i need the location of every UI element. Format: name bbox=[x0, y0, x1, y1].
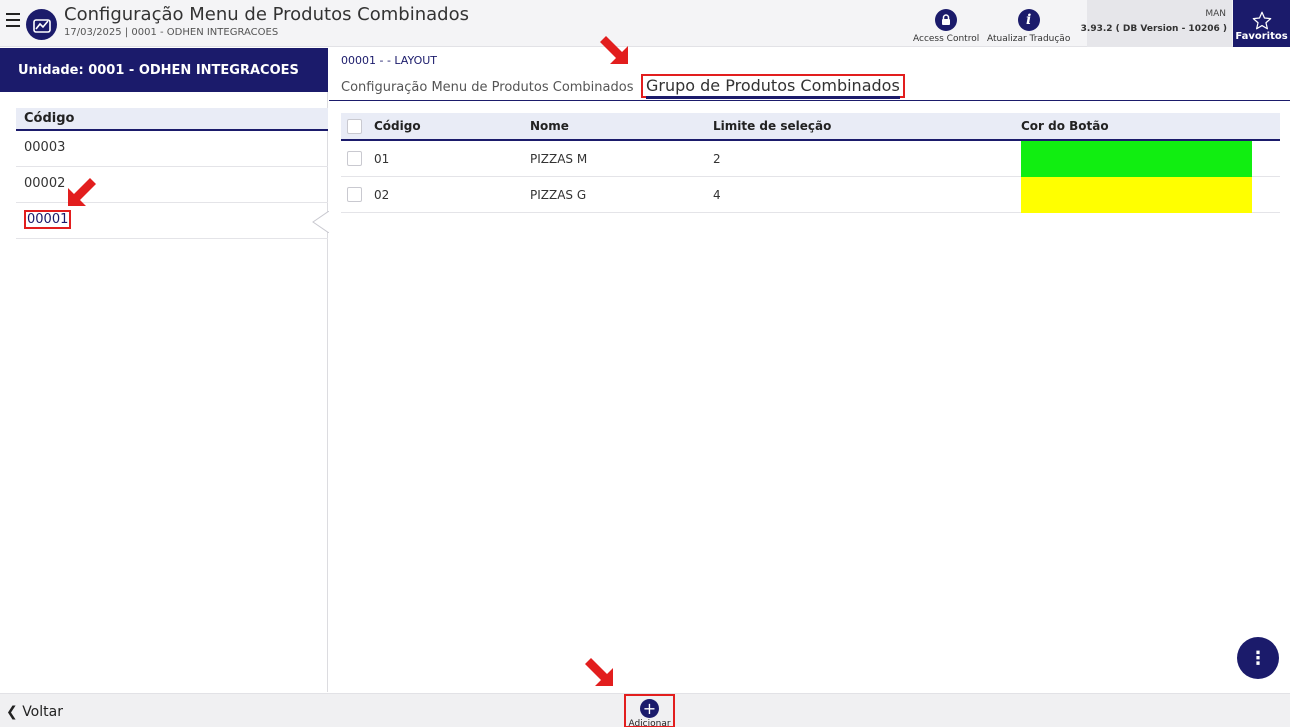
access-control-label: Access Control bbox=[913, 34, 980, 44]
update-translation-label: Atualizar Tradução bbox=[987, 34, 1071, 44]
access-control-button[interactable]: Access Control bbox=[913, 9, 979, 44]
menu-icon[interactable] bbox=[6, 13, 20, 29]
version-text: 3.93.2 ( DB Version - 10206 ) bbox=[1080, 24, 1227, 34]
list-item-code: 00003 bbox=[24, 140, 66, 155]
list-item-selected[interactable]: 00001 bbox=[16, 203, 329, 239]
more-vertical-icon: ⋮ bbox=[1249, 647, 1267, 669]
table-header: Código Nome Limite de seleção Cor do Bot… bbox=[341, 113, 1280, 141]
color-swatch bbox=[1021, 177, 1252, 213]
app-logo-icon bbox=[26, 9, 57, 40]
tab-grupo-produtos-label: Grupo de Produtos Combinados bbox=[646, 76, 900, 95]
column-header-limite[interactable]: Limite de seleção bbox=[713, 119, 831, 133]
footer-bar: ❮ Voltar + Adicionar bbox=[0, 693, 1290, 727]
list-item-code: 00001 bbox=[24, 210, 72, 229]
groups-table: Código Nome Limite de seleção Cor do Bot… bbox=[341, 113, 1280, 213]
cell-codigo: 01 bbox=[374, 152, 390, 166]
version-info: MAN 3.93.2 ( DB Version - 10206 ) bbox=[1081, 0, 1232, 47]
unit-selector[interactable]: Unidade: 0001 - ODHEN INTEGRACOES bbox=[0, 48, 328, 92]
cell-limite: 4 bbox=[713, 188, 721, 202]
back-button[interactable]: ❮ Voltar bbox=[6, 704, 63, 720]
page-subtitle: 17/03/2025 | 0001 - ODHEN INTEGRACOES bbox=[64, 27, 279, 38]
back-label: Voltar bbox=[22, 704, 63, 720]
select-all-checkbox[interactable] bbox=[347, 119, 362, 134]
page-title: Configuração Menu de Produtos Combinados bbox=[64, 4, 469, 25]
column-header-nome[interactable]: Nome bbox=[530, 119, 569, 133]
user-name: MAN bbox=[1205, 9, 1226, 19]
cell-nome: PIZZAS M bbox=[530, 152, 588, 166]
list-item[interactable]: 00002 bbox=[16, 167, 328, 203]
add-button[interactable]: + Adicionar bbox=[624, 694, 675, 727]
active-tab-indicator bbox=[646, 96, 900, 99]
annotation-arrow-icon bbox=[600, 36, 628, 64]
tab-configuracao-menu[interactable]: Configuração Menu de Produtos Combinados bbox=[341, 80, 633, 95]
star-icon bbox=[1252, 11, 1271, 30]
add-label: Adicionar bbox=[628, 719, 671, 727]
list-item[interactable]: 00003 bbox=[16, 131, 328, 167]
favorites-label: Favoritos bbox=[1235, 31, 1288, 42]
annotation-arrow-icon bbox=[68, 178, 96, 206]
row-checkbox[interactable] bbox=[347, 187, 362, 202]
cell-limite: 2 bbox=[713, 152, 721, 166]
tab-grupo-produtos[interactable]: Grupo de Produtos Combinados bbox=[641, 74, 905, 99]
annotation-arrow-icon bbox=[585, 658, 613, 686]
info-icon: i bbox=[1017, 9, 1040, 31]
breadcrumb: 00001 - - LAYOUT bbox=[341, 54, 438, 67]
table-row[interactable]: 01 PIZZAS M 2 bbox=[341, 141, 1280, 177]
cell-codigo: 02 bbox=[374, 188, 390, 202]
tab-bar: Configuração Menu de Produtos Combinados… bbox=[329, 74, 1290, 101]
selection-indicator bbox=[312, 211, 329, 233]
cell-nome: PIZZAS G bbox=[530, 188, 587, 202]
list-item-code: 00002 bbox=[24, 176, 66, 191]
code-list-header: Código bbox=[16, 108, 328, 131]
code-list: Código 00003 00002 00001 bbox=[0, 92, 329, 692]
more-options-button[interactable]: ⋮ bbox=[1237, 637, 1279, 679]
update-translation-button[interactable]: i Atualizar Tradução bbox=[987, 9, 1070, 44]
column-header-cor[interactable]: Cor do Botão bbox=[1021, 119, 1109, 133]
color-swatch bbox=[1021, 141, 1252, 177]
plus-icon: + bbox=[640, 699, 659, 718]
column-header-codigo[interactable]: Código bbox=[374, 119, 421, 133]
favorites-button[interactable]: Favoritos bbox=[1233, 0, 1290, 47]
table-row[interactable]: 02 PIZZAS G 4 bbox=[341, 177, 1280, 213]
lock-icon bbox=[935, 9, 958, 31]
chevron-left-icon: ❮ bbox=[6, 704, 18, 720]
app-header: Configuração Menu de Produtos Combinados… bbox=[0, 0, 1290, 47]
row-checkbox[interactable] bbox=[347, 151, 362, 166]
